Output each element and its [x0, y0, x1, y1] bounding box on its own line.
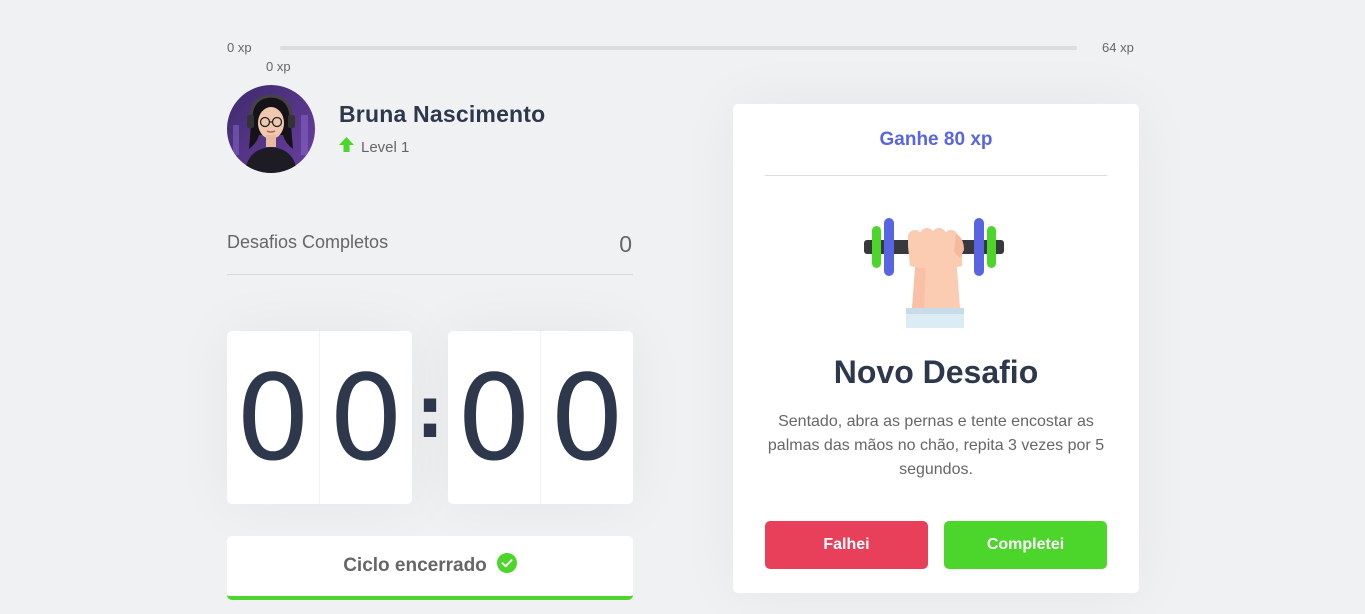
seconds-display: 0 0	[448, 331, 633, 504]
second-digit-left: 0	[448, 331, 541, 504]
xp-start-label: 0 xp	[227, 40, 252, 55]
completed-challenges-count: 0	[619, 231, 632, 257]
challenge-description: Sentado, abra as pernas e tente encostar…	[767, 413, 1105, 478]
minute-digit-right: 0	[328, 348, 404, 487]
dumbbell-icon	[864, 216, 1008, 330]
completed-challenges-label: Desafios Completos	[227, 232, 389, 252]
cycle-button-label: Ciclo encerrado	[343, 555, 487, 576]
xp-current-label: 0 xp	[266, 59, 291, 74]
failed-button[interactable]: Falhei	[765, 521, 928, 569]
minutes-display: 0 0	[227, 331, 412, 504]
level-up-arrow-icon	[339, 137, 354, 157]
completed-challenges: Desafios Completos 0	[227, 228, 633, 275]
countdown-timer: 0 0 : 0 0	[227, 331, 633, 504]
check-circle-icon	[496, 553, 517, 579]
level-label: Level 1	[361, 138, 410, 156]
second-digit-right: 0	[549, 348, 625, 487]
minute-digit-left: 0	[227, 331, 320, 504]
avatar	[227, 85, 315, 173]
xp-progress-bar	[280, 46, 1077, 50]
profile-name: Bruna Nascimento	[339, 101, 546, 127]
challenge-title: Novo Desafio	[833, 354, 1039, 390]
cycle-ended-button[interactable]: Ciclo encerrado	[227, 536, 633, 600]
challenge-card: Ganhe 80 xp Novo Desafio Sentado, abra a…	[733, 104, 1139, 593]
completed-button[interactable]: Completei	[944, 521, 1107, 569]
level-indicator: Level 1	[339, 137, 409, 157]
countdown-separator: :	[416, 371, 444, 454]
xp-end-label: 64 xp	[1102, 40, 1134, 55]
challenge-reward: Ganhe 80 xp	[765, 104, 1107, 176]
